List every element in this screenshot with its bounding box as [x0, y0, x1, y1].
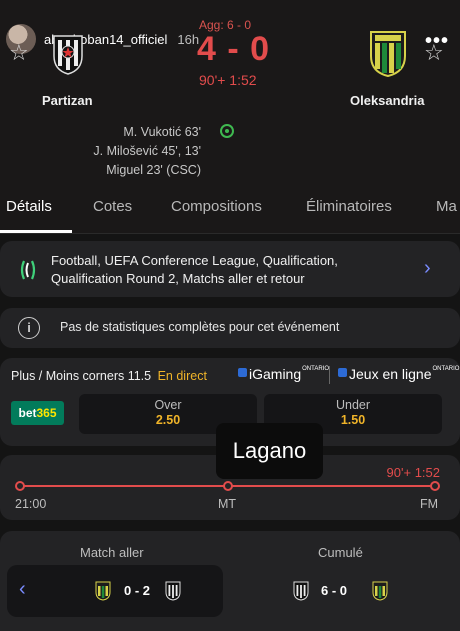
scorer-line: Miguel 23' (CSC): [106, 163, 201, 177]
timeline-start-label: 21:00: [15, 497, 47, 511]
igaming-ontario-label: ONTARIO: [302, 366, 330, 372]
no-stats-message: Pas de statistiques complètes pour cet é…: [60, 320, 340, 334]
goal-scorers: M. Vukotić 63' J. Milošević 45', 13' Mig…: [93, 123, 201, 180]
match-clock: 90'+ 1:52: [199, 72, 257, 88]
igaming-label: iGaming: [249, 366, 302, 382]
bet365-logo[interactable]: bet365: [11, 401, 64, 425]
match-header: abouboban14_officiel 16h ☆ ••• ☆ Agg: 6 …: [0, 0, 460, 234]
igaming-flag-icon: [238, 368, 247, 377]
tab-details[interactable]: Détails: [6, 198, 52, 215]
tab-more[interactable]: Ma: [436, 198, 457, 215]
oleksandria-agg-crest-icon: [372, 581, 388, 601]
story-user[interactable]: abouboban14_officiel 16h: [6, 24, 199, 54]
timeline-halftime-marker: [223, 481, 233, 491]
scorer-line: J. Milošević 45', 13': [93, 144, 201, 158]
active-tab-indicator: [0, 230, 72, 233]
tab-lineups[interactable]: Compositions: [171, 198, 262, 215]
aggregate-score-value: 6 - 0: [321, 583, 348, 598]
timeline-clock: 90'+ 1:52: [386, 465, 440, 480]
partizan-mini-crest-icon: [165, 581, 181, 601]
legs-card: Match aller Cumulé ‹ 0 - 2 6 - 0: [0, 531, 460, 631]
oleksandria-crest-icon: [370, 31, 406, 78]
time-ago: 16h: [177, 31, 200, 47]
no-stats-card: i Pas de statistiques complètes pour cet…: [0, 308, 460, 348]
chevron-left-icon[interactable]: ‹: [19, 578, 26, 601]
tab-odds[interactable]: Cotes: [93, 198, 132, 215]
jeux-en-ligne-logo[interactable]: Jeux en ligneONTARIO: [338, 366, 459, 382]
oleksandria-mini-crest-icon: [95, 581, 111, 601]
jeux-ontario-label: ONTARIO: [432, 366, 460, 372]
timeline-end-marker: [430, 481, 440, 491]
jeux-flag-icon: [338, 368, 347, 377]
competition-card[interactable]: Football, UEFA Conference League, Qualif…: [0, 241, 460, 297]
info-icon: i: [18, 317, 40, 339]
goal-ball-icon: [220, 124, 234, 138]
under-label: Under: [335, 398, 371, 412]
odds-market-label: Plus / Moins corners 11.5: [11, 369, 152, 383]
conference-league-icon: [20, 260, 36, 280]
tab-knockouts[interactable]: Éliminatoires: [306, 198, 392, 215]
chevron-right-icon[interactable]: ›: [424, 257, 431, 280]
first-leg-result[interactable]: ‹ 0 - 2: [7, 565, 223, 617]
partizan-crest-icon: [53, 35, 83, 75]
away-team-name[interactable]: Oleksandria: [350, 93, 424, 108]
igaming-ontario-logo[interactable]: iGamingONTARIO: [238, 366, 329, 382]
favorite-away-star-icon[interactable]: ☆: [424, 42, 444, 64]
live-score: 4 - 0: [197, 30, 271, 68]
story-text-overlay: Lagano: [216, 423, 323, 479]
timeline-halftime-label: MT: [218, 497, 237, 511]
scorer-line: M. Vukotić 63': [123, 125, 201, 139]
live-label: En direct: [157, 369, 207, 383]
odds-market-title: Plus / Moins corners 11.5 En direct: [11, 369, 207, 383]
over-label: Over: [154, 398, 182, 412]
divider: [329, 366, 330, 384]
first-leg-heading: Match aller: [80, 545, 144, 560]
home-team-name[interactable]: Partizan: [42, 93, 93, 108]
aggregate-heading: Cumulé: [318, 545, 363, 560]
partizan-agg-crest-icon: [293, 581, 309, 601]
timeline-end-label: FM: [420, 497, 439, 511]
first-leg-score: 0 - 2: [124, 583, 151, 598]
favorite-home-star-icon[interactable]: ☆: [9, 42, 29, 64]
match-tabs: Détails Cotes Compositions Éliminatoires…: [0, 186, 460, 234]
jeux-label: Jeux en ligne: [349, 366, 432, 382]
competition-text: Football, UEFA Conference League, Qualif…: [51, 253, 338, 286]
timeline-start-marker: [15, 481, 25, 491]
